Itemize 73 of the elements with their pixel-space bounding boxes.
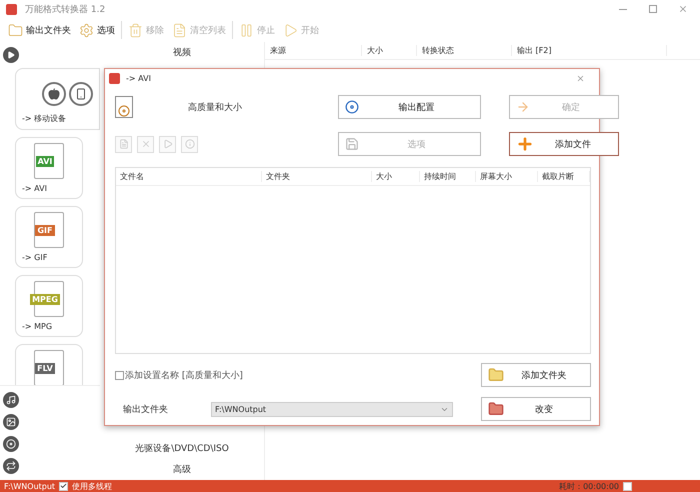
document-icon [118,139,128,149]
plus-icon [516,135,534,153]
column-header[interactable]: 转换状态 [417,45,512,56]
app-logo [109,72,120,84]
image-icon[interactable] [3,414,19,430]
output-path: F:\WNOutput [4,482,56,490]
format-badge: FLV [35,362,55,374]
folder-icon [488,367,504,383]
column-header[interactable]: 文件名 [116,171,262,182]
phone-icon [69,82,93,106]
card-label: -> MPG [22,322,52,331]
checkbox[interactable] [59,482,68,490]
format-card[interactable]: FLV [15,344,83,385]
disc-icon [345,100,359,114]
column-header[interactable]: 截取片断 [538,171,590,182]
toolbar-button[interactable]: 输出文件夹 [6,22,73,38]
format-badge: GIF [35,224,54,236]
device-card[interactable]: -> 移动设备 [15,68,100,130]
card-label: -> GIF [22,253,48,262]
format-card[interactable]: GIF -> GIF [15,206,83,268]
column-header[interactable]: 来源 [265,45,362,56]
window-title: 万能格式转换器 1.2 [25,4,106,16]
column-header[interactable]: 文件夹 [262,171,372,182]
folder-icon [488,401,504,417]
preset-name: 高质量和大小 [188,102,242,114]
info-icon [184,139,194,149]
music-icon[interactable] [3,392,19,408]
add-folder-button[interactable]: 添加文件夹 [481,363,591,387]
trash-icon [128,22,143,38]
card-label: -> 移动设备 [22,113,66,124]
disc-icon[interactable] [3,436,19,452]
maximize-icon[interactable] [649,5,657,13]
format-badge: AVI [36,156,54,166]
field-label: 输出文件夹 [122,404,169,416]
column-header[interactable]: 大小 [362,45,417,56]
checkbox[interactable] [623,482,632,490]
category-item[interactable]: 高级 [173,459,191,480]
pause-icon [239,22,254,38]
close-icon[interactable] [576,74,584,82]
category-item[interactable]: 光驱设备\DVD\CD\ISO [135,438,229,459]
checkbox-label: 使用多线程 [72,480,112,492]
save-icon [345,137,359,151]
column-header[interactable]: 输出 [F2] [512,45,667,56]
delete-icon [140,139,150,149]
settings-icon [79,22,94,38]
convert-icon[interactable] [3,458,19,474]
dialog-button[interactable]: 添加文件 [509,132,619,156]
play-icon [162,139,172,149]
checkbox-label: 添加设置名称 [高质量和大小] [125,370,243,382]
dialog-button[interactable]: 输出配置 [338,95,481,119]
category-header: 视频 [173,46,191,59]
checkbox[interactable] [115,370,124,380]
change-button[interactable]: 改变 [481,397,591,421]
column-header[interactable]: 屏幕大小 [476,171,538,182]
apple-icon [42,82,66,106]
close-icon[interactable] [678,4,688,14]
format-badge: MPEG [30,294,60,304]
dialog-title: -> AVI [126,74,152,82]
toolbar-button[interactable]: 选项 [77,22,117,38]
column-header[interactable]: 大小 [372,171,420,182]
document-icon [172,22,187,38]
arrow-icon [516,100,530,114]
format-card[interactable]: AVI -> AVI [15,137,83,199]
column-header[interactable]: 持续时间 [420,171,476,182]
play-icon [283,22,298,38]
elapsed-time: 耗时：00:00:00 [559,480,619,492]
play-icon[interactable] [3,47,19,63]
app-logo [6,4,17,14]
format-card[interactable]: MPEG -> MPG [15,275,83,337]
video-file-icon [115,96,133,118]
card-label: -> AVI [22,184,47,193]
folder-icon [8,22,23,38]
folder-select[interactable]: F:\WNOutput [211,402,453,416]
